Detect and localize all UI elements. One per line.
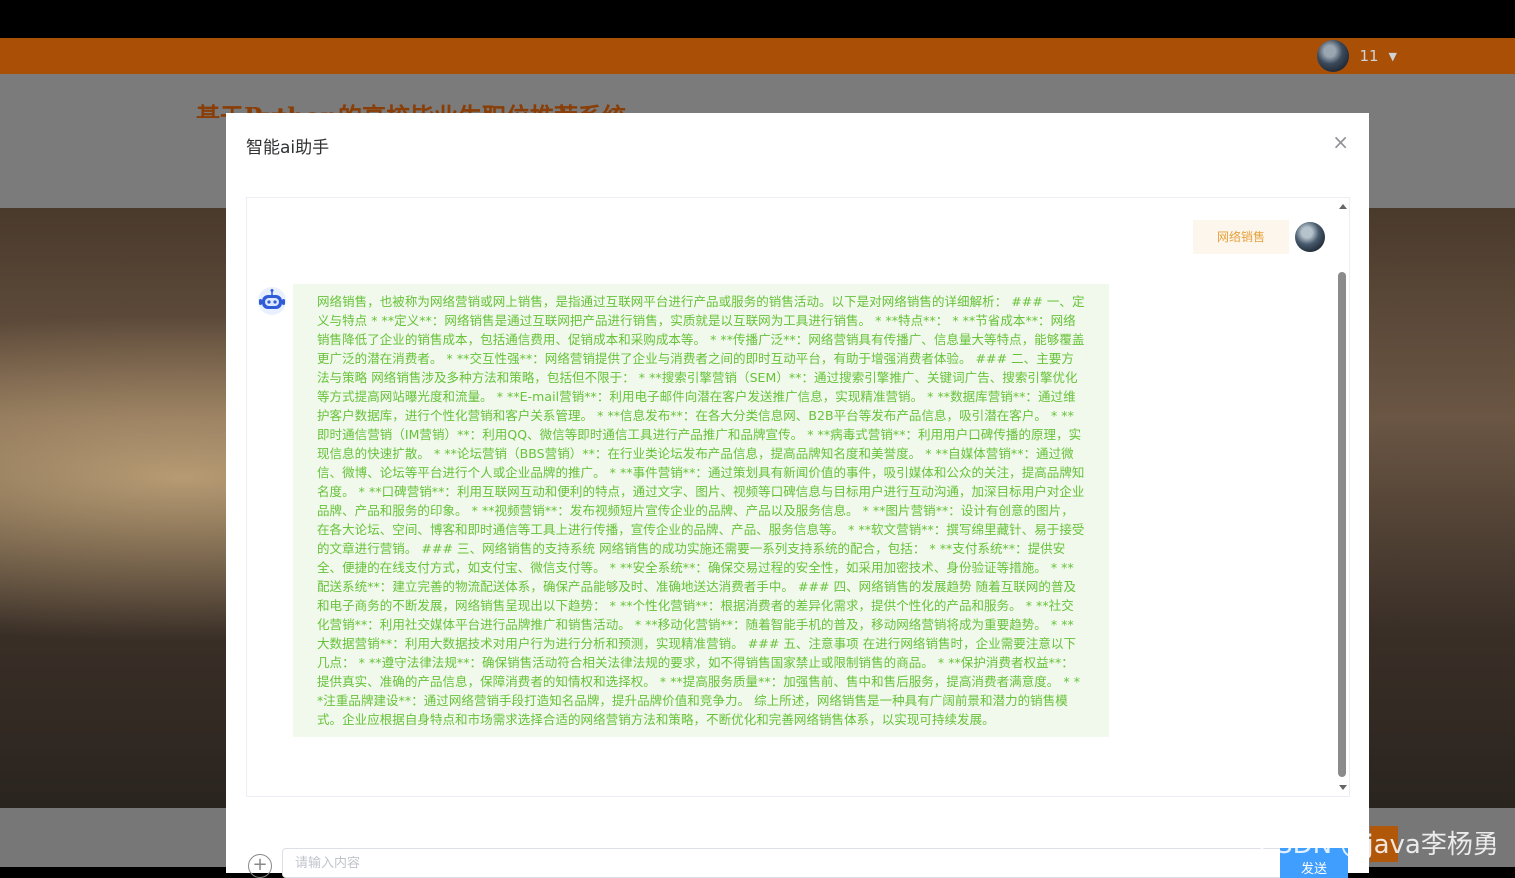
chat-input-row: + 发送 — [246, 846, 1348, 878]
user-name: 11 — [1359, 47, 1379, 65]
bot-message-bubble: 网络销售，也被称为网络营销或网上销售，是指通过互联网平台进行产品或服务的销售活动… — [293, 284, 1109, 737]
user-avatar — [1317, 40, 1350, 72]
chat-window[interactable]: 网络销售 网络销售，也被称为网络营销或网上销售，是指通过互联网平台进行产品或服务… — [246, 197, 1350, 797]
user-avatar-small — [1295, 222, 1325, 252]
add-circle-icon[interactable]: + — [248, 854, 272, 878]
ai-assistant-dialog: 智能ai助手 × 网络销售 网络销售，也被称为网络营销或网上销售，是指通过互联网… — [226, 113, 1369, 878]
dialog-title: 智能ai助手 — [246, 138, 330, 158]
chat-scrollbar[interactable] — [1337, 202, 1347, 792]
nav-bar — [0, 38, 1515, 74]
scrollbar-thumb[interactable] — [1338, 272, 1346, 777]
message-input[interactable] — [282, 848, 1298, 878]
robot-icon — [258, 287, 286, 315]
close-icon[interactable]: × — [1332, 130, 1349, 154]
scroll-down-icon[interactable] — [1339, 785, 1347, 790]
top-bar — [0, 0, 1515, 38]
scroll-up-icon[interactable] — [1339, 204, 1347, 209]
watermark: CSDN @java李杨勇 — [1258, 830, 1499, 860]
user-menu[interactable]: 11 ▼ — [1317, 40, 1397, 72]
user-message-bubble: 网络销售 — [1192, 220, 1289, 254]
user-message-row: 网络销售 — [1192, 220, 1325, 254]
caret-down-icon: ▼ — [1388, 49, 1397, 63]
